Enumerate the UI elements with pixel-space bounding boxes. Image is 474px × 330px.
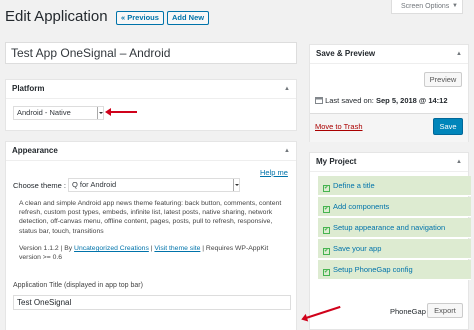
platform-heading-label: Platform xyxy=(12,84,45,93)
theme-meta: Version 1.1.2 | By Uncategorized Creatio… xyxy=(19,244,287,262)
export-button[interactable]: Export xyxy=(427,303,463,318)
previous-button[interactable]: « Previous xyxy=(116,11,164,25)
page-title: Edit Application xyxy=(5,8,108,25)
checklist-item-phonegap-config[interactable]: ✔ Setup PhoneGap config xyxy=(318,260,471,280)
checklist-label: Save your app xyxy=(333,244,382,253)
checklist-item-save-app[interactable]: ✔ Save your app xyxy=(318,239,471,259)
calendar-icon xyxy=(315,97,323,104)
check-icon: ✔ xyxy=(323,248,330,255)
check-icon: ✔ xyxy=(323,227,330,234)
check-icon: ✔ xyxy=(323,269,330,276)
my-project-box: My Project ▲ ✔ Define a title ✔ Add compon… xyxy=(309,152,471,330)
app-title-input[interactable]: Test App OneSignal – Android xyxy=(5,42,297,64)
theme-site-link[interactable]: Visit theme site xyxy=(154,245,200,252)
app-title-field-label: Application Title (displayed in app top … xyxy=(13,282,143,289)
appearance-box: Appearance ▲ Help me Choose theme : Q fo… xyxy=(5,141,297,330)
checklist-item-setup-appearance[interactable]: ✔ Setup appearance and navigation xyxy=(318,218,471,238)
platform-select[interactable]: Android - Native xyxy=(13,106,104,120)
select-arrow-icon xyxy=(97,107,103,119)
select-arrow-icon xyxy=(233,179,239,191)
platform-heading[interactable]: Platform ▲ xyxy=(6,80,296,99)
meta-separator: | xyxy=(150,245,153,252)
save-preview-box: Save & Preview ▲ Preview Last saved on: … xyxy=(309,44,469,142)
checklist-label: Setup PhoneGap config xyxy=(333,265,413,274)
collapse-toggle-icon[interactable]: ▲ xyxy=(456,153,462,171)
platform-box: Platform ▲ Android - Native xyxy=(5,79,297,131)
checklist-label: Add components xyxy=(333,202,390,211)
last-saved-value: Sep 5, 2018 @ 14:12 xyxy=(375,96,448,105)
appearance-heading[interactable]: Appearance ▲ xyxy=(6,142,296,161)
screen-options-label: Screen Options xyxy=(401,3,450,10)
theme-description: A clean and simple Android app news them… xyxy=(19,200,282,235)
collapse-toggle-icon[interactable]: ▲ xyxy=(284,80,290,98)
screen-options-button[interactable]: Screen Options ▼ xyxy=(391,0,463,14)
chevron-down-icon: ▼ xyxy=(452,3,458,9)
move-to-trash-link[interactable]: Move to Trash xyxy=(315,122,363,131)
save-preview-heading-label: Save & Preview xyxy=(316,49,376,58)
checklist-item-define-title[interactable]: ✔ Define a title xyxy=(318,176,471,196)
check-icon: ✔ xyxy=(323,185,330,192)
collapse-toggle-icon[interactable]: ▲ xyxy=(456,45,462,63)
preview-button[interactable]: Preview xyxy=(424,72,462,87)
checklist-label: Setup appearance and navigation xyxy=(333,223,446,232)
annotation-arrow-icon xyxy=(105,108,137,116)
platform-selected-value: Android - Native xyxy=(17,108,71,117)
theme-author-link[interactable]: Uncategorized Creations xyxy=(74,245,149,252)
help-me-link[interactable]: Help me xyxy=(260,168,288,177)
my-project-heading-label: My Project xyxy=(316,157,357,166)
save-button[interactable]: Save xyxy=(433,118,463,135)
save-preview-heading[interactable]: Save & Preview ▲ xyxy=(310,45,468,64)
theme-select[interactable]: Q for Android xyxy=(68,178,240,192)
appearance-heading-label: Appearance xyxy=(12,146,58,155)
checklist-label: Define a title xyxy=(333,181,375,190)
collapse-toggle-icon[interactable]: ▲ xyxy=(284,142,290,160)
theme-label: Choose theme : xyxy=(13,181,66,190)
theme-version: Version 1.1.2 | By xyxy=(19,245,73,252)
last-saved-label: Last saved on: xyxy=(325,96,374,105)
add-new-button[interactable]: Add New xyxy=(167,11,210,25)
check-icon: ✔ xyxy=(323,206,330,213)
last-saved: Last saved on: Sep 5, 2018 @ 14:12 xyxy=(315,96,448,105)
application-title-input[interactable]: Test OneSignal xyxy=(13,295,291,310)
checklist-item-add-components[interactable]: ✔ Add components xyxy=(318,197,471,217)
my-project-heading[interactable]: My Project ▲ xyxy=(310,153,468,172)
theme-selected-value: Q for Android xyxy=(72,180,117,189)
